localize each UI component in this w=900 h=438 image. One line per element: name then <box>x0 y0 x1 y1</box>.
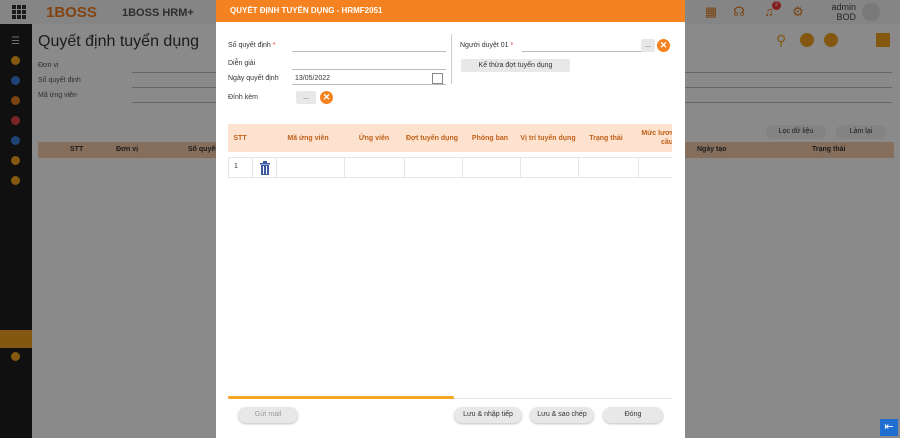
grid-col-status: Trạng thái <box>578 124 634 152</box>
grid-col-candidate-code: Mã ứng viên <box>276 124 340 152</box>
grid-col-department: Phòng ban <box>462 124 518 152</box>
grid-col-stt: STT <box>228 124 252 152</box>
row-candidate-cell[interactable] <box>344 157 404 178</box>
exit-icon[interactable]: ⇤ <box>880 419 898 436</box>
row-round-cell[interactable] <box>404 157 462 178</box>
row-position-cell[interactable] <box>520 157 578 178</box>
modal-title: QUYẾT ĐỊNH TUYỂN DỤNG - HRMF2051 <box>216 0 685 22</box>
approver-clear-icon[interactable]: ✕ <box>657 39 670 52</box>
row-department-cell[interactable] <box>462 157 520 178</box>
inherit-recruitment-button[interactable]: Kế thừa đợt tuyển dụng <box>461 59 570 72</box>
decision-date-label: Ngày quyết định <box>228 75 279 82</box>
row-status-cell[interactable] <box>578 157 638 178</box>
calendar-picker-icon[interactable] <box>432 73 443 84</box>
form-divider <box>451 34 452 84</box>
row-stt: 1 <box>228 157 252 178</box>
approver-input[interactable] <box>522 40 642 52</box>
send-mail-button[interactable]: Gửi mail <box>238 407 298 423</box>
horizontal-scrollbar[interactable] <box>228 396 454 399</box>
save-and-copy-button[interactable]: Lưu & sao chép <box>530 407 594 423</box>
decision-no-input[interactable] <box>292 40 446 52</box>
description-input[interactable] <box>292 58 446 70</box>
attachment-label: Đính kèm <box>228 94 258 101</box>
save-and-new-button[interactable]: Lưu & nhập tiếp <box>454 407 522 423</box>
row-delete-icon[interactable] <box>252 157 276 178</box>
approver-label: Người duyệt 01 * <box>460 42 514 49</box>
grid-col-candidate: Ứng viên <box>344 124 404 152</box>
decision-date-input[interactable]: 13/05/2022 <box>292 73 446 85</box>
grid-col-recruitment-round: Đợt tuyển dụng <box>404 124 460 152</box>
candidate-grid: STT Mã ứng viên Ứng viên Đợt tuyển dụng … <box>228 124 672 179</box>
decision-no-label: Số quyết định * <box>228 42 276 49</box>
attachment-clear-icon[interactable]: ✕ <box>320 91 333 104</box>
attachment-browse-button[interactable]: ... <box>296 91 316 104</box>
decision-modal: QUYẾT ĐỊNH TUYỂN DỤNG - HRMF2051 Số quyế… <box>216 0 685 438</box>
row-salary-cell[interactable] <box>638 157 672 178</box>
grid-col-position: Vị trí tuyển dụng <box>520 124 576 152</box>
approver-browse-button[interactable]: ... <box>641 39 655 52</box>
close-button[interactable]: Đóng <box>603 407 663 423</box>
row-candidate-code-cell[interactable] <box>276 157 344 178</box>
description-label: Diễn giải <box>228 60 256 67</box>
grid-col-salary: Mức lương yêu cầu <box>638 124 672 152</box>
